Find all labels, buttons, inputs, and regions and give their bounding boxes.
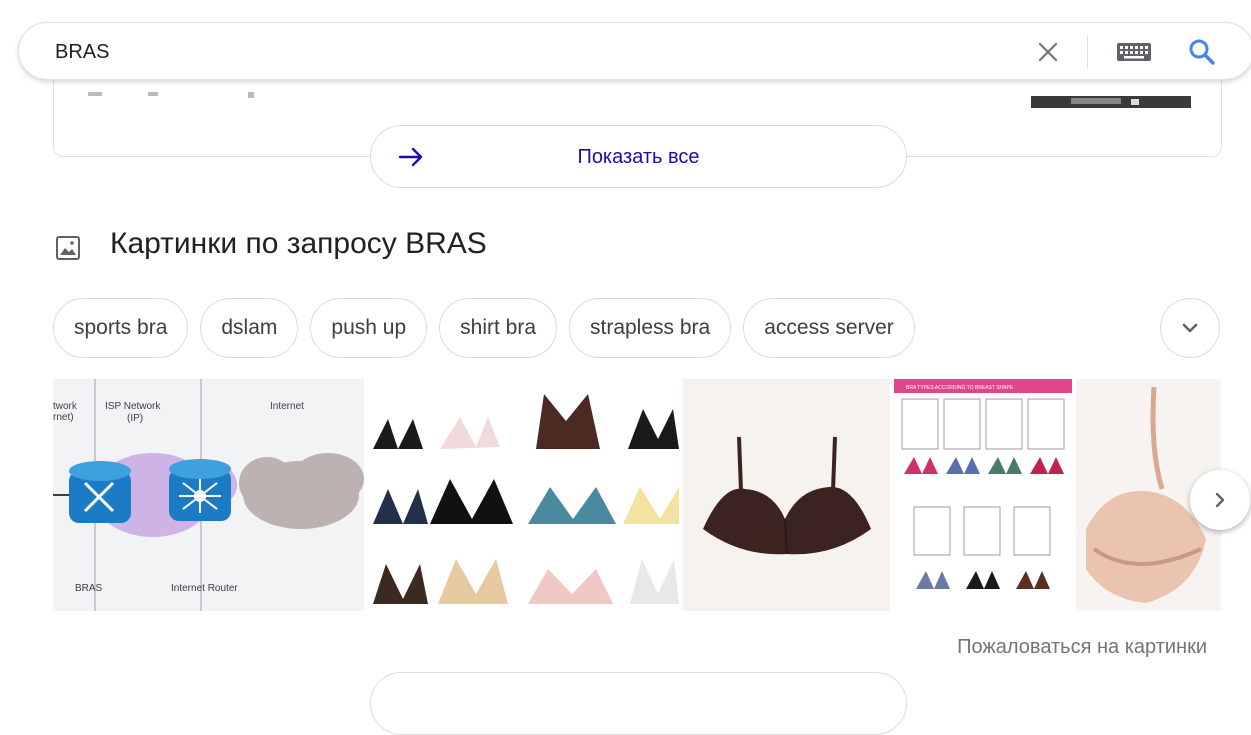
show-all-button[interactable]: Показать все — [370, 125, 907, 188]
report-images-link[interactable]: Пожаловаться на картинки — [957, 636, 1207, 659]
image-thumb-single-bra[interactable] — [683, 379, 890, 611]
chip-access-server[interactable]: access server — [743, 298, 915, 358]
diagram-label: Internet — [270, 401, 304, 412]
diagram-label: rnet) — [53, 412, 74, 423]
image-thumb-network-diagram[interactable]: twork rnet) ISP Network (IP) Internet BR… — [53, 379, 364, 611]
image-thumb-bra-grid[interactable] — [368, 379, 679, 611]
show-more-images-button[interactable] — [370, 672, 907, 735]
diagram-label: (IP) — [127, 413, 143, 424]
diagram-label: Internet Router — [171, 583, 238, 594]
router-icon — [169, 459, 231, 521]
chip-strapless-bra[interactable]: strapless bra — [569, 298, 732, 358]
search-input[interactable] — [55, 37, 955, 67]
image-thumb-bra-chart[interactable]: BRA TYPES ACCORDING TO BREAST SHAPE — [894, 379, 1072, 611]
show-all-label: Показать все — [577, 146, 700, 168]
chevron-down-icon — [1182, 323, 1198, 333]
diagram-label: BRAS — [75, 583, 103, 594]
image-icon — [56, 236, 80, 260]
chip-push-up[interactable]: push up — [310, 298, 428, 358]
keyboard-icon[interactable] — [1116, 40, 1152, 64]
faded-text-fragment — [88, 92, 254, 98]
image-fragment — [1031, 96, 1191, 108]
search-icon[interactable] — [1187, 37, 1217, 67]
section-title: Картинки по запросу BRAS — [110, 227, 487, 260]
expand-chips-button[interactable] — [1160, 298, 1220, 358]
chip-shirt-bra[interactable]: shirt bra — [439, 298, 557, 358]
chevron-right-icon — [1215, 492, 1225, 508]
chip-sports-bra[interactable]: sports bra — [53, 298, 189, 358]
chip-dslam[interactable]: dslam — [200, 298, 299, 358]
search-divider — [1087, 35, 1088, 69]
search-bar — [18, 22, 1251, 80]
diagram-label: twork — [53, 401, 78, 412]
clear-icon[interactable] — [1035, 39, 1061, 65]
next-images-button[interactable] — [1190, 470, 1250, 530]
related-chips: sports bra dslam push up shirt bra strap… — [53, 298, 915, 360]
diagram-label: ISP Network — [105, 401, 161, 412]
chart-header: BRA TYPES ACCORDING TO BREAST SHAPE — [906, 385, 1014, 391]
router-icon — [69, 461, 131, 523]
